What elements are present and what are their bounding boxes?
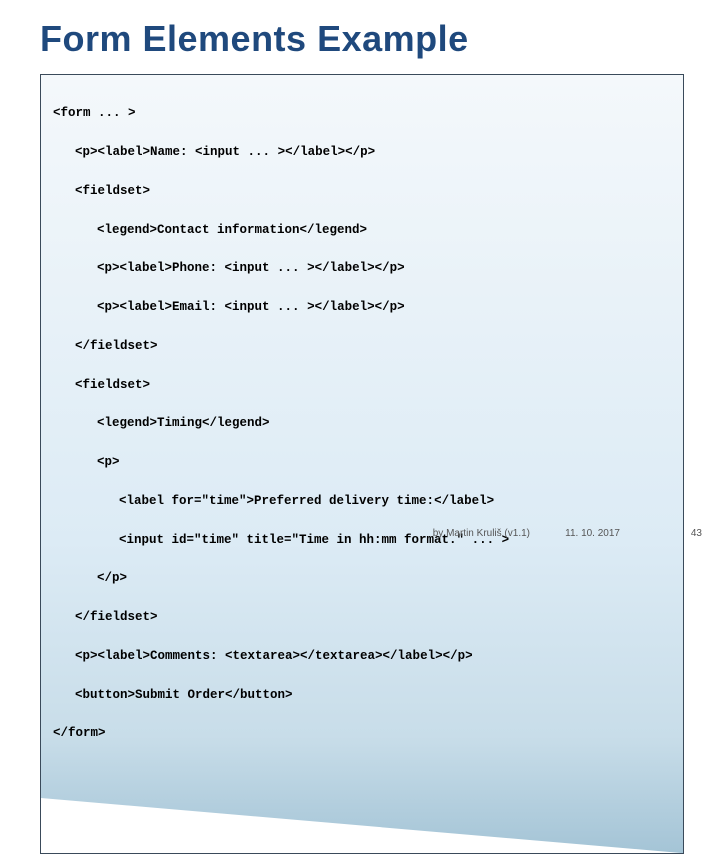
code-text: <fieldset> <box>75 378 150 392</box>
code-text: <textarea></textarea></label></p> <box>225 649 473 663</box>
code-text: Comments: <box>150 649 225 663</box>
code-text: ... <box>240 145 278 159</box>
code-text: </legend> <box>300 223 368 237</box>
code-text: ></label></p> <box>307 261 405 275</box>
code-text: <form <box>53 106 91 120</box>
slide-title: Form Elements Example <box>0 0 720 66</box>
code-text: ... > <box>91 106 136 120</box>
footer-page-number: 43 <box>691 528 702 539</box>
code-text: <p><label> <box>97 300 172 314</box>
code-text: </form> <box>53 726 106 740</box>
code-text: <legend> <box>97 223 157 237</box>
code-text: Contact information <box>157 223 300 237</box>
code-text: Email: <box>172 300 225 314</box>
code-text: Submit Order <box>135 688 225 702</box>
code-text: </label> <box>434 494 494 508</box>
code-text: <input <box>225 261 270 275</box>
code-text: </fieldset> <box>75 339 158 353</box>
code-block: <form ... > <p><label>Name: <input ... >… <box>40 74 684 854</box>
code-text: Name: <box>150 145 195 159</box>
code-text: <p> <box>97 455 120 469</box>
code-text: Timing <box>157 416 202 430</box>
code-text: ></label></p> <box>278 145 376 159</box>
code-text: <p><label> <box>75 145 150 159</box>
code-text: </legend> <box>202 416 270 430</box>
code-text: <legend> <box>97 416 157 430</box>
footer-author: by Martin Kruliš (v1.1) <box>433 528 530 539</box>
code-text: </p> <box>97 571 127 585</box>
footer-date: 11. 10. 2017 <box>565 528 620 539</box>
code-text: Phone: <box>172 261 225 275</box>
decorative-wedge <box>41 798 681 853</box>
code-text: <button> <box>75 688 135 702</box>
code-text: </fieldset> <box>75 610 158 624</box>
code-text: <p><label> <box>97 261 172 275</box>
code-text: <input <box>195 145 240 159</box>
code-text: <input <box>225 300 270 314</box>
code-text: ... <box>270 300 308 314</box>
code-text: <fieldset> <box>75 184 150 198</box>
code-text: </button> <box>225 688 293 702</box>
code-text: ... <box>270 261 308 275</box>
code-text: <p><label> <box>75 649 150 663</box>
code-text: <label for="time"> <box>119 494 254 508</box>
code-text: ></label></p> <box>307 300 405 314</box>
code-text: Preferred delivery time: <box>254 494 434 508</box>
